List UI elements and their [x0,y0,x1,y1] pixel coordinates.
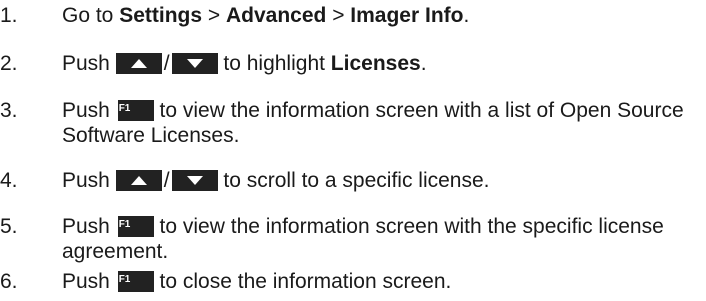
text-segment: Push [62,270,116,293]
down-arrow-key-icon [171,170,218,191]
text-segment: Go to [62,4,120,27]
arrow-up-icon [130,176,147,185]
slash-separator: / [163,169,170,192]
menu-licenses: Licenses [330,52,421,75]
up-arrow-key-icon [115,53,162,74]
step-number: 3. [0,99,18,122]
slash-separator: / [163,52,170,75]
arrow-down-icon [186,176,203,185]
text-segment: . [463,4,470,27]
menu-settings: Settings [119,4,203,27]
step-5: 5. Push F1 to view the information scree… [0,214,700,264]
text-segment: Push [62,215,116,238]
step-text: Push F1 to view the information screen w… [62,214,700,264]
step-4: 4. Push / to scroll to a specific licens… [0,168,700,193]
text-segment: to view the information screen with a li… [62,99,684,147]
step-text: Push F1 to view the information screen w… [62,98,700,148]
step-2: 2. Push / to highlight Licenses. [0,51,700,76]
step-number: 6. [0,270,18,293]
arrow-down-icon [186,59,203,68]
f1-key-label: F1 [118,219,131,230]
step-number: 4. [0,169,18,192]
text-segment: > [202,4,226,27]
f1-key-icon: F1 [117,100,154,121]
step-text: Go to Settings > Advanced > Imager Info. [62,3,700,28]
menu-imager-info: Imager Info [350,4,464,27]
step-6: 6. Push F1 to close the information scre… [0,269,700,294]
f1-key-icon: F1 [117,216,154,237]
menu-advanced: Advanced [225,4,327,27]
arrow-up-icon [130,59,147,68]
step-1: 1. Go to Settings > Advanced > Imager In… [0,3,700,28]
text-segment: Push [62,52,116,75]
step-text: Push F1 to close the information screen. [62,269,700,294]
step-number: 1. [0,4,18,27]
up-arrow-key-icon [115,170,162,191]
down-arrow-key-icon [171,53,218,74]
step-text: Push / to highlight Licenses. [62,51,700,76]
step-text: Push / to scroll to a specific license. [62,168,700,193]
text-segment: to scroll to a specific license. [217,169,490,192]
f1-key-label: F1 [118,103,131,114]
instruction-steps: 1. Go to Settings > Advanced > Imager In… [0,0,706,301]
step-3: 3. Push F1 to view the information scree… [0,98,700,148]
f1-key-label: F1 [118,274,131,285]
step-number: 2. [0,52,18,75]
text-segment: to highlight [217,52,331,75]
text-segment: Push [62,99,116,122]
text-segment: to close the information screen. [153,270,452,293]
text-segment: Push [62,169,116,192]
step-number: 5. [0,215,18,238]
text-segment: . [420,52,427,75]
f1-key-icon: F1 [117,271,154,292]
text-segment: > [326,4,351,27]
